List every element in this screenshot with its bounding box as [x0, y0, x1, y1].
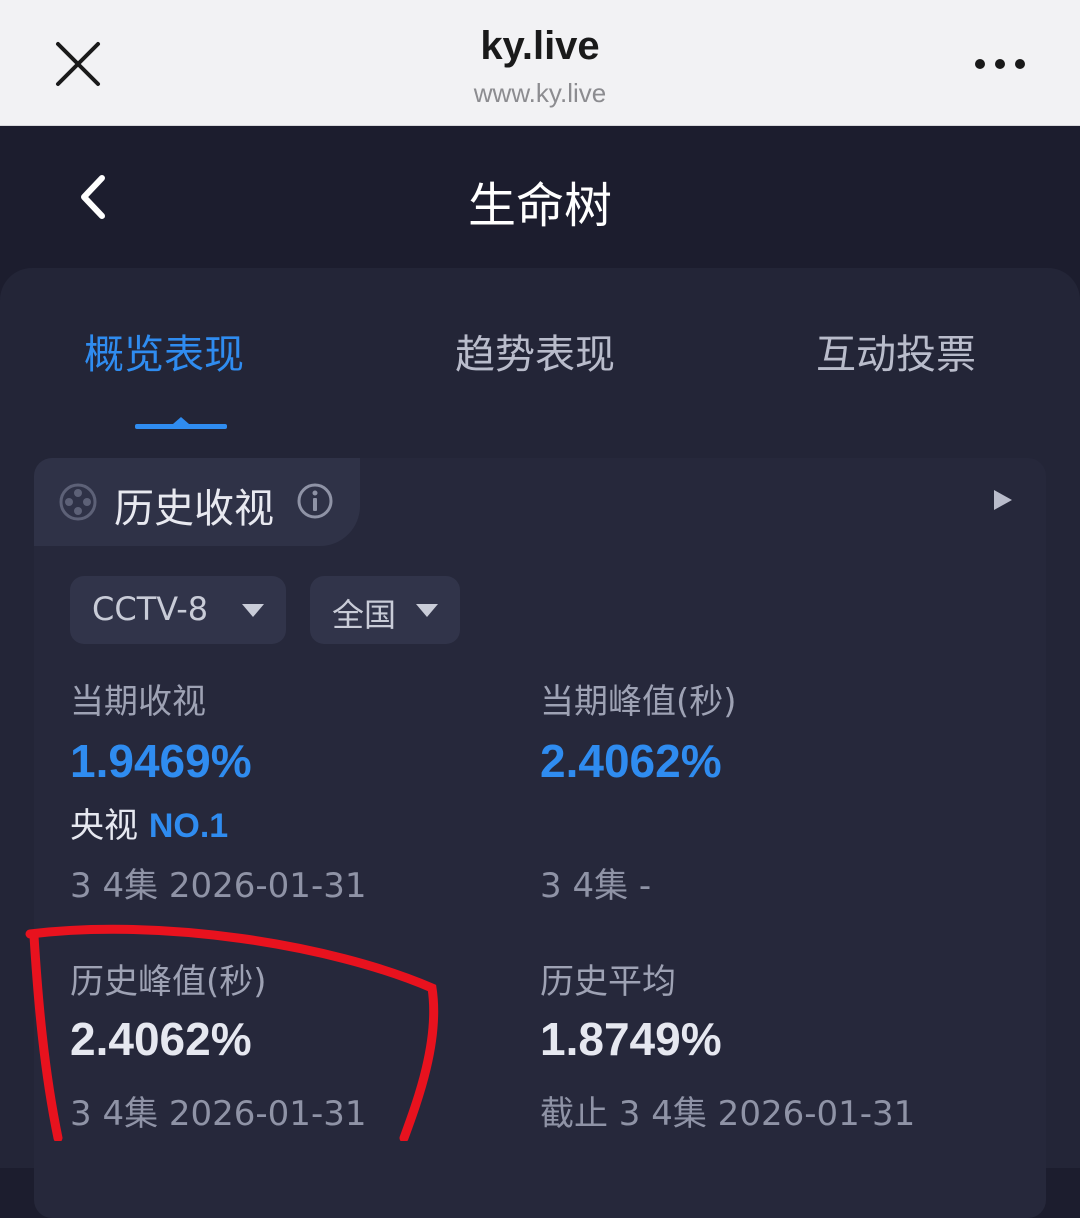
- current-rating-meta: 3 4集 2026-01-31: [70, 866, 367, 906]
- region-select[interactable]: 全国: [310, 576, 460, 644]
- region-select-value: 全国: [332, 596, 397, 634]
- film-reel-icon: [58, 482, 98, 522]
- history-rating-card: 历史收视 CCTV-8 全国 当期收视 1.9469% 央视 NO.1 3 4集…: [34, 458, 1046, 1218]
- content-panel: 概览表现 趋势表现 互动投票 历史收视 CCTV-8 全国 当期收视 1.946…: [0, 268, 1080, 1218]
- channel-select[interactable]: CCTV-8: [70, 576, 286, 644]
- tab-vote[interactable]: 互动投票: [816, 322, 976, 380]
- history-average-value: 1.8749%: [540, 1013, 722, 1065]
- info-icon[interactable]: [296, 482, 334, 520]
- site-title: ky.live: [480, 24, 600, 68]
- caret-down-icon: [242, 604, 264, 617]
- rank-number: NO.1: [148, 807, 229, 845]
- current-peak-value: 2.4062%: [540, 735, 722, 787]
- history-peak-meta: 3 4集 2026-01-31: [70, 1094, 367, 1134]
- history-average-label: 历史平均: [540, 962, 676, 1002]
- tab-overview[interactable]: 概览表现: [84, 322, 244, 380]
- active-tab-indicator: [135, 417, 227, 429]
- history-average-meta: 截止 3 4集 2026-01-31: [540, 1094, 916, 1134]
- history-peak-value: 2.4062%: [70, 1013, 252, 1065]
- site-url: www.ky.live: [473, 78, 607, 108]
- rank-prefix: 央视: [70, 806, 138, 846]
- current-rating-label: 当期收视: [70, 682, 206, 722]
- app-screen: 生命树 概览表现 趋势表现 互动投票 历史收视 CCTV-8 全国 当期收视 1…: [0, 126, 1080, 1218]
- current-peak-meta: 3 4集 -: [540, 866, 652, 906]
- caret-down-icon: [416, 604, 438, 617]
- history-peak-label: 历史峰值(秒): [70, 962, 267, 1002]
- current-peak-label: 当期峰值(秒): [540, 682, 737, 722]
- play-icon[interactable]: [990, 488, 1014, 512]
- card-title: 历史收视: [114, 486, 274, 532]
- channel-select-value: CCTV-8: [92, 590, 209, 628]
- page-title: 生命树: [467, 178, 612, 234]
- current-rating-value: 1.9469%: [70, 735, 252, 787]
- card-header: 历史收视: [34, 458, 360, 546]
- more-icon[interactable]: [970, 52, 1030, 76]
- tab-trend[interactable]: 趋势表现: [455, 322, 615, 380]
- current-rating-rank: 央视 NO.1: [70, 798, 228, 847]
- browser-bar: ky.live www.ky.live: [0, 0, 1080, 126]
